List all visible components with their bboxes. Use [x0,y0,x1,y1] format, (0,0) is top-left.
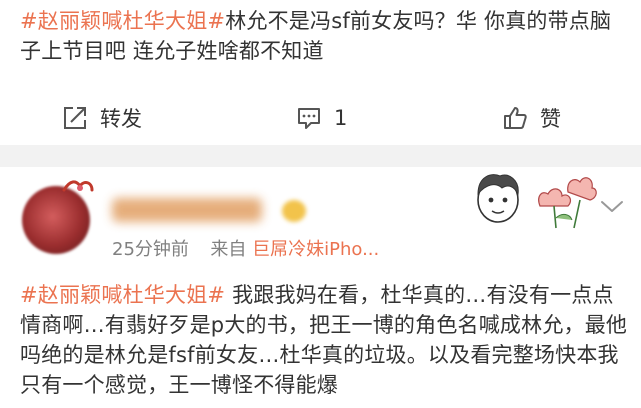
repost-label: 转发 [100,107,142,131]
hashtag-link[interactable]: #赵丽颖喊杜华大姐# [20,283,225,307]
avatar-pendant-icon [62,180,94,192]
weibo-feed: #赵丽颖喊杜华大姐#林允不是冯sf前女友吗？华 你真的带点脑子上节目吧 连允子姓… [0,0,641,408]
sticker-cartoon-icon [477,174,597,229]
repost-icon [64,107,86,129]
comment-count: 1 [334,106,348,130]
source-prefix: 来自 [210,239,247,260]
comment-time: 25分钟前 [112,239,189,260]
post-action-bar: 转发 1 赞 [0,92,641,144]
repost-button[interactable]: 转发 [62,102,142,134]
vip-badge-icon [282,200,306,222]
section-divider [0,145,641,167]
like-icon [504,107,527,129]
comment-meta: 25分钟前 来自 巨屌冷妹iPho... [112,235,379,261]
chevron-down-icon[interactable] [598,196,626,216]
comment-content: #赵丽颖喊杜华大姐# 我跟我妈在看，杜华真的…有没有一点点情商啊…有翡好歹是p大… [20,280,630,400]
source-link[interactable]: 巨屌冷妹iPho... [252,239,379,260]
post-content: #赵丽颖喊杜华大姐#林允不是冯sf前女友吗？华 你真的带点脑子上节目吧 连允子姓… [20,6,625,66]
username-blurred[interactable] [112,198,262,222]
like-button[interactable]: 赞 [502,102,561,134]
hashtag-link[interactable]: #赵丽颖喊杜华大姐# [20,9,225,33]
comment-button[interactable]: 1 [296,102,347,134]
comment-icon [298,108,320,129]
like-label: 赞 [540,107,561,131]
